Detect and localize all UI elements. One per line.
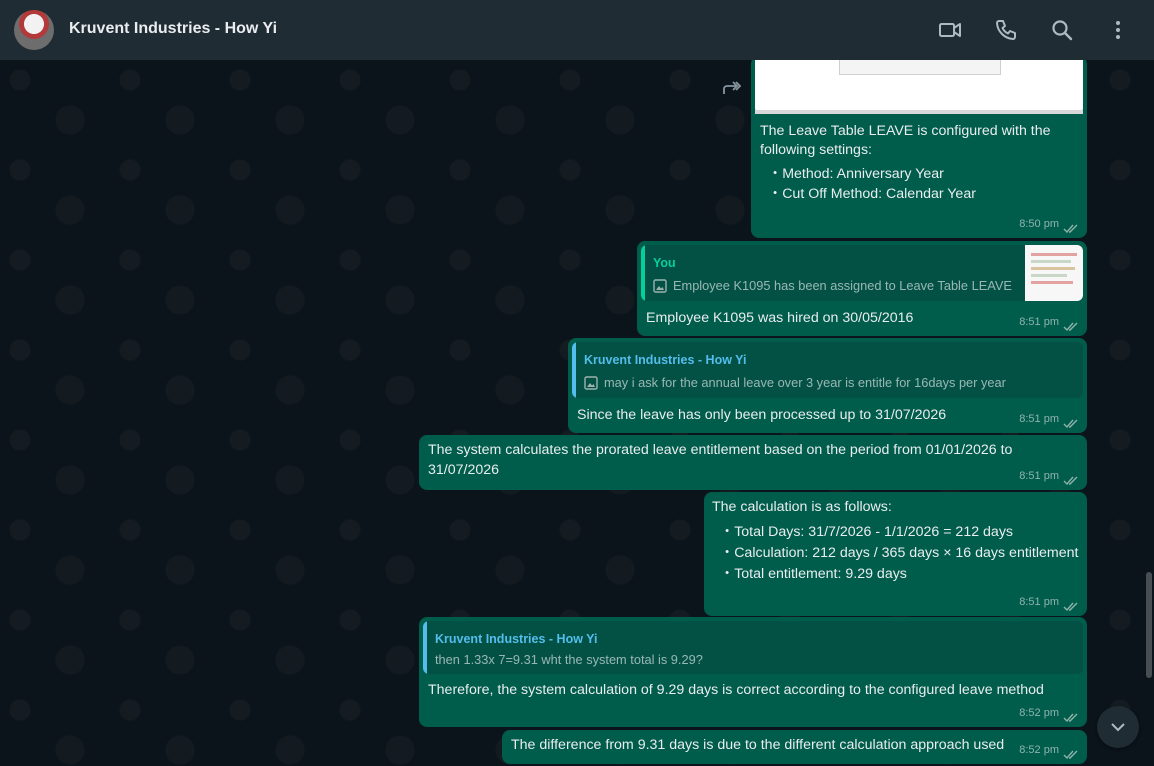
quote-author: You [653, 256, 676, 270]
message-bubble[interactable]: The calculation is as follows: ・Total Da… [704, 492, 1087, 616]
message-text: Since the leave has only been processed … [577, 407, 947, 423]
message-bubble[interactable]: Kruvent Industries - How Yi may i ask fo… [568, 338, 1087, 433]
chat-area: The Leave Table LEAVE is configured with… [0, 60, 1154, 766]
quote-text: may i ask for the annual leave over 3 ye… [584, 373, 1006, 393]
message-time: 8:51 pm [1019, 470, 1059, 482]
message-bubble[interactable]: You Employee K1095 has been assigned to … [637, 241, 1087, 336]
message-time: 8:52 pm [1019, 744, 1059, 756]
chat-header: Kruvent Industries - How Yi [0, 0, 1154, 60]
scroll-down-button[interactable] [1097, 706, 1139, 748]
voice-call-icon[interactable] [994, 18, 1018, 42]
message-bubble[interactable]: The Leave Table LEAVE is configured with… [751, 60, 1087, 238]
message-time: 8:52 pm [1019, 707, 1059, 719]
read-ticks-icon [1063, 224, 1078, 234]
chevron-down-icon [1111, 723, 1125, 732]
quote-author: Kruvent Industries - How Yi [435, 632, 598, 646]
message-time: 8:51 pm [1019, 316, 1059, 328]
message-bubble[interactable]: The difference from 9.31 days is due to … [502, 730, 1087, 764]
quote-thumbnail [1025, 245, 1083, 301]
message-text: Therefore, the system calculation of 9.2… [428, 682, 1044, 698]
menu-icon[interactable] [1106, 18, 1130, 42]
message-time: 8:50 pm [1019, 218, 1059, 230]
message-text: The difference from 9.31 days is due to … [511, 737, 1005, 753]
photo-icon [653, 279, 667, 293]
message-bubble[interactable]: The system calculates the prorated leave… [419, 435, 1087, 490]
avatar[interactable] [14, 10, 54, 50]
message-text: 31/07/2026 [428, 462, 500, 478]
read-ticks-icon [1063, 750, 1078, 760]
list-item: ・Total Days: 31/7/2026 - 1/1/2026 = 212 … [720, 524, 1014, 540]
list-item: ・Calculation: 212 days / 365 days × 16 d… [720, 545, 1079, 561]
quoted-message[interactable]: You Employee K1095 has been assigned to … [641, 245, 1083, 301]
video-call-icon[interactable] [938, 18, 962, 42]
quoted-message[interactable]: Kruvent Industries - How Yi may i ask fo… [572, 342, 1083, 398]
read-ticks-icon [1063, 476, 1078, 486]
quote-text-label: Employee K1095 has been assigned to Leav… [673, 278, 1012, 293]
list-item: ・Cut Off Method: Calendar Year [768, 186, 976, 202]
list-item: ・Total entitlement: 9.29 days [720, 566, 907, 582]
list-item: ・Method: Anniversary Year [768, 166, 944, 182]
message-bubble[interactable]: Kruvent Industries - How Yi then 1.33x 7… [419, 617, 1087, 727]
message-text: following settings: [760, 142, 872, 158]
photo-icon [584, 376, 598, 390]
quote-text: then 1.33x 7=9.31 wht the system total i… [435, 652, 703, 667]
read-ticks-icon [1063, 322, 1078, 332]
chat-title[interactable]: Kruvent Industries - How Yi [69, 20, 277, 38]
message-text: The Leave Table LEAVE is configured with… [760, 123, 1051, 139]
image-attachment[interactable] [755, 60, 1083, 114]
message-text: The system calculates the prorated leave… [428, 442, 1013, 458]
quote-author: Kruvent Industries - How Yi [584, 353, 747, 367]
read-ticks-icon [1063, 602, 1078, 612]
message-time: 8:51 pm [1019, 596, 1059, 608]
message-time: 8:51 pm [1019, 413, 1059, 425]
message-text: Employee K1095 was hired on 30/05/2016 [646, 310, 914, 326]
search-icon[interactable] [1050, 18, 1074, 42]
read-ticks-icon [1063, 419, 1078, 429]
scrollbar[interactable] [1146, 572, 1152, 678]
quote-text-label: may i ask for the annual leave over 3 ye… [604, 375, 1006, 390]
quoted-message[interactable]: Kruvent Industries - How Yi then 1.33x 7… [423, 621, 1083, 674]
forward-icon[interactable] [721, 79, 743, 97]
quote-text: Employee K1095 has been assigned to Leav… [653, 276, 1012, 296]
message-text: The calculation is as follows: [712, 499, 892, 515]
read-ticks-icon [1063, 713, 1078, 723]
